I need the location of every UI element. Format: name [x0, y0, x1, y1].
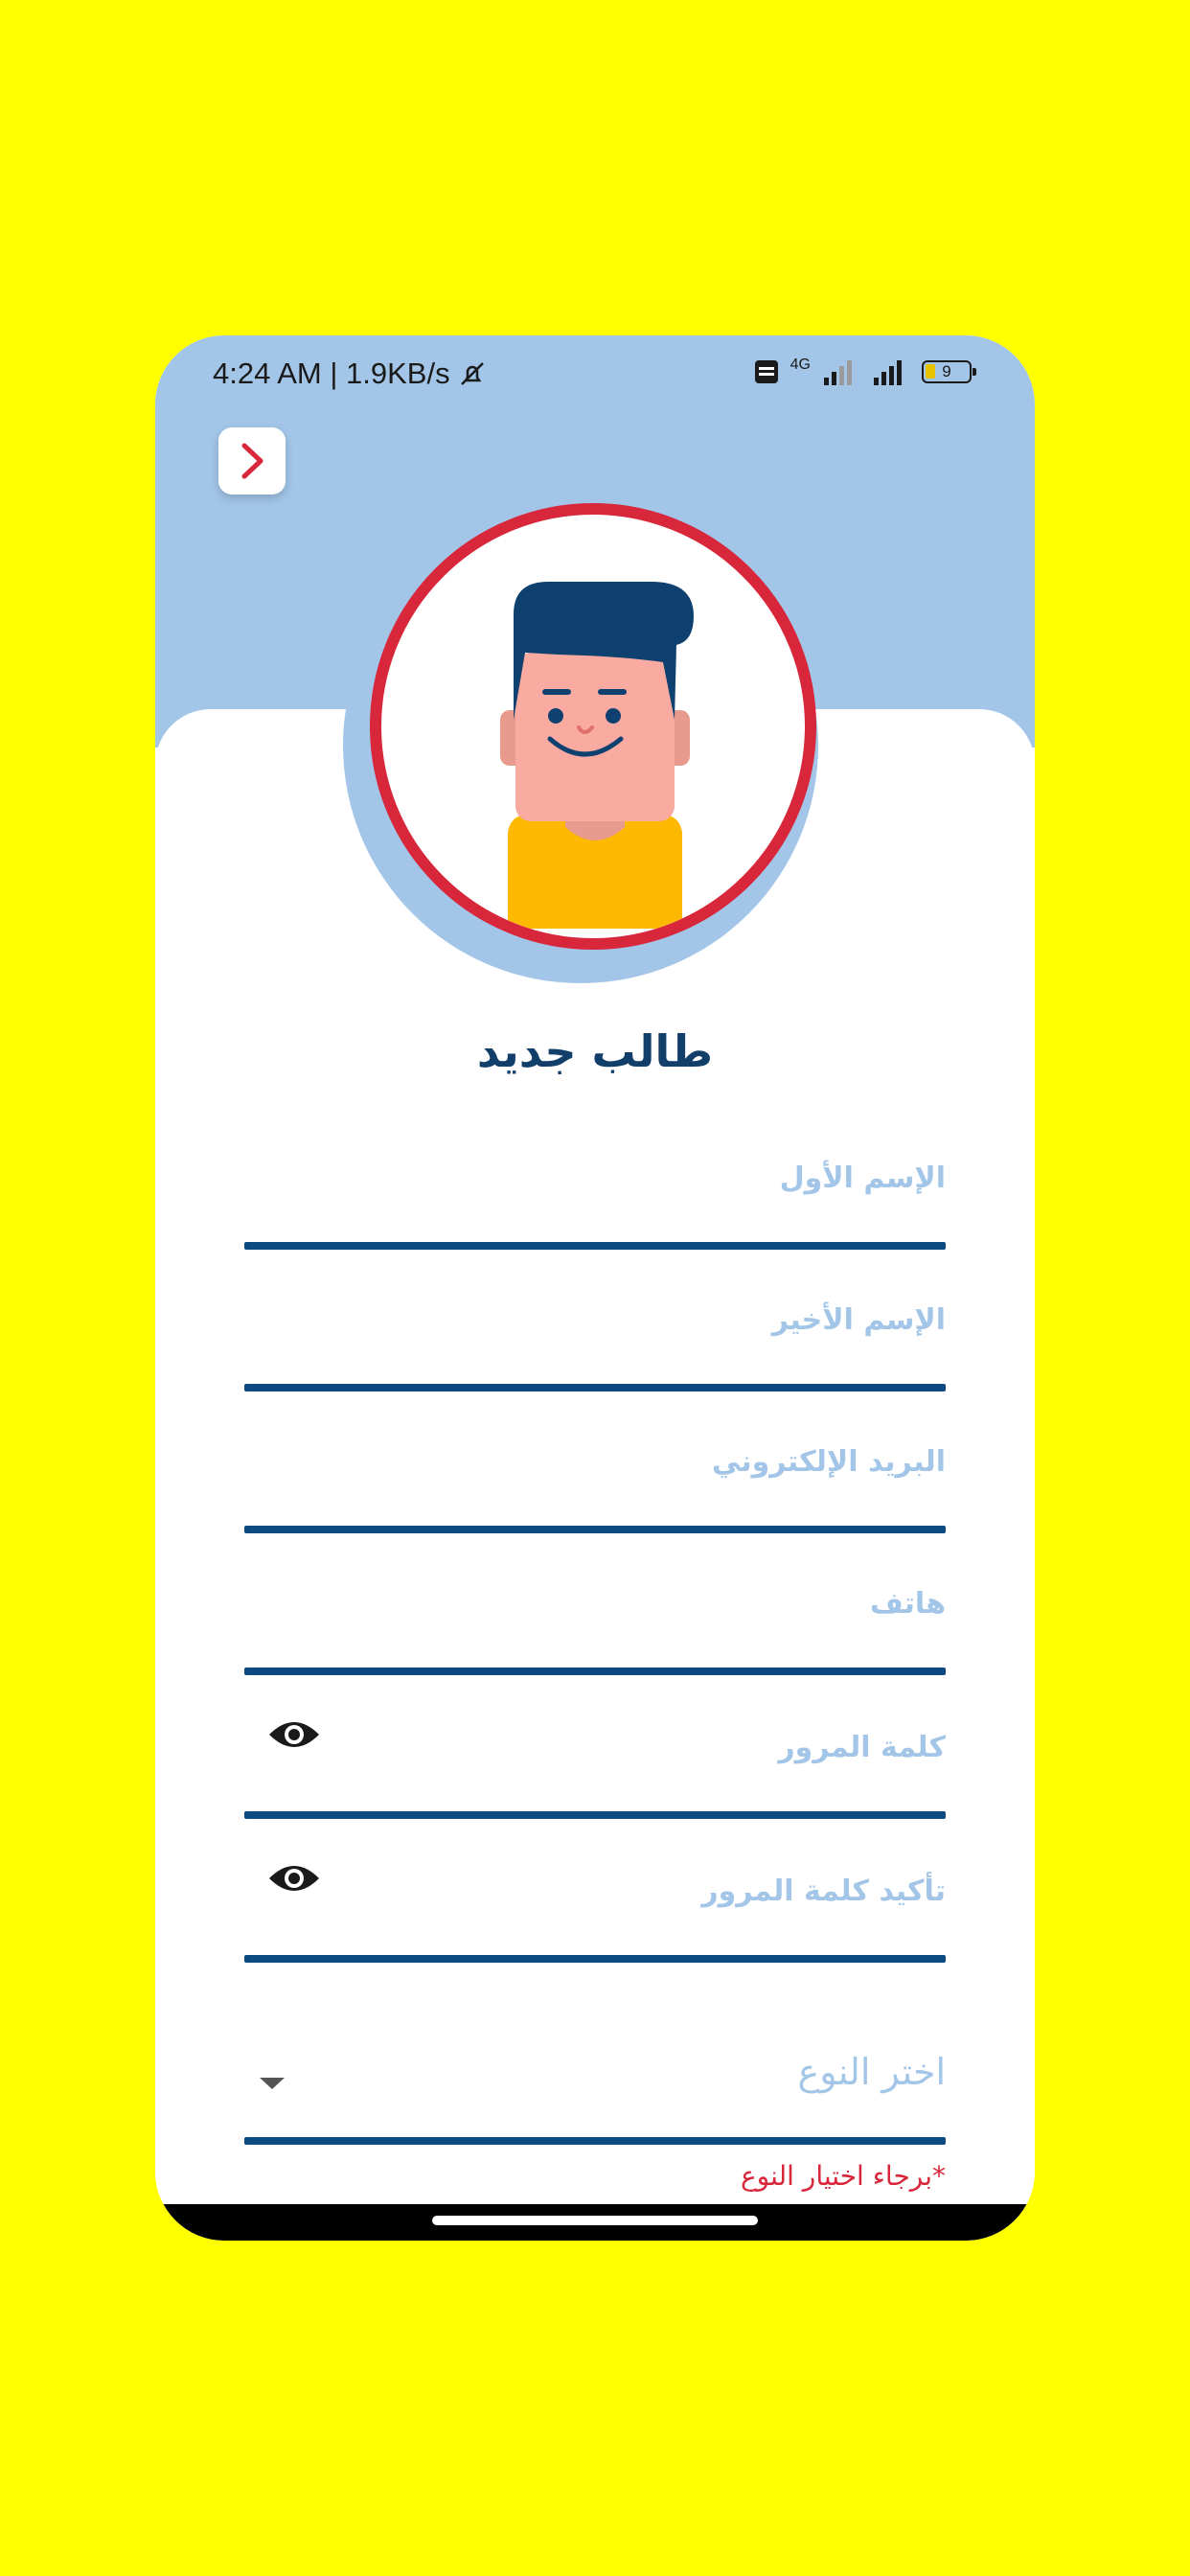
back-button[interactable]	[218, 427, 286, 494]
phone-field[interactable]: هاتف	[244, 1587, 946, 1675]
status-bar: 4:24 AM | 1.9KB/s 4G 9	[155, 335, 1035, 416]
network-type: 4G	[790, 356, 811, 373]
email-underline	[244, 1526, 946, 1533]
first-name-field[interactable]: الإسم الأول	[244, 1162, 946, 1250]
first-name-underline	[244, 1242, 946, 1250]
page-title: طالب جديد	[476, 1025, 714, 1077]
phone-underline	[244, 1668, 946, 1675]
first-name-label: الإسم الأول	[779, 1162, 946, 1195]
battery-icon: 9	[922, 360, 976, 383]
status-time-speed: 4:24 AM | 1.9KB/s	[213, 356, 450, 390]
home-indicator[interactable]	[432, 2216, 758, 2225]
last-name-field[interactable]: الإسم الأخير	[244, 1303, 946, 1392]
gender-underline	[244, 2137, 946, 2145]
avatar-inner	[395, 528, 791, 929]
password-field[interactable]: كلمة المرور	[244, 1722, 946, 1819]
boy-avatar-icon	[500, 582, 694, 929]
last-name-label: الإسم الأخير	[771, 1303, 946, 1337]
confirm-password-label: تأكيد كلمة المرور	[701, 1874, 946, 1908]
caret-down-icon	[260, 2078, 285, 2089]
phone-label: هاتف	[869, 1587, 946, 1621]
avatar[interactable]	[370, 503, 816, 950]
status-left: 4:24 AM | 1.9KB/s	[213, 356, 489, 391]
chevron-right-icon	[241, 443, 263, 479]
status-right: 4G 9	[754, 356, 976, 385]
navigation-bar	[155, 2204, 1035, 2241]
gender-error-text: *برجاء اختيار النوع	[740, 2160, 946, 2192]
signal-1-icon	[824, 360, 852, 385]
confirm-password-underline	[244, 1955, 946, 1963]
confirm-password-field[interactable]: تأكيد كلمة المرور	[244, 1866, 946, 1963]
last-name-underline	[244, 1384, 946, 1392]
email-field[interactable]: البريد الإلكتروني	[244, 1445, 946, 1533]
mute-icon	[460, 362, 484, 385]
eye-icon[interactable]	[267, 1857, 321, 1899]
phone-screen: 4:24 AM | 1.9KB/s 4G 9 طالب جديد الإسم ا…	[155, 335, 1035, 2241]
password-underline	[244, 1811, 946, 1819]
email-label: البريد الإلكتروني	[712, 1445, 946, 1479]
signal-2-icon	[874, 360, 902, 385]
volte-icon	[754, 360, 778, 383]
eye-icon[interactable]	[267, 1714, 321, 1756]
battery-level: 9	[942, 362, 951, 380]
gender-select[interactable]: اختر النوع	[244, 2051, 946, 2145]
gender-placeholder: اختر النوع	[797, 2051, 946, 2093]
password-label: كلمة المرور	[778, 1731, 946, 1764]
